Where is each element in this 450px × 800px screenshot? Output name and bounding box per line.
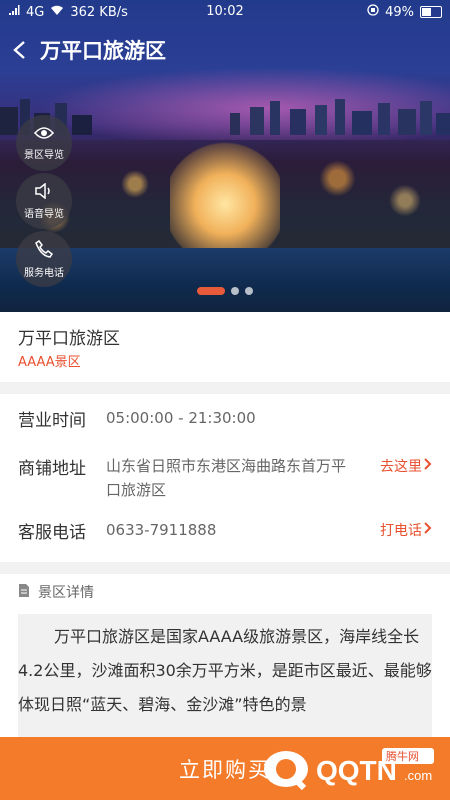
service-phone-label: 服务电话 — [24, 267, 64, 279]
scenic-guide-button[interactable]: 景区导览 — [16, 115, 72, 171]
navigate-label: 去这里 — [380, 459, 422, 475]
attraction-grade: AAAA景区 — [18, 355, 81, 370]
hours-row: 营业时间 05:00:00 - 21:30:00 — [18, 406, 432, 432]
carousel-indicator — [0, 287, 450, 295]
phone-icon — [35, 239, 54, 262]
phone-label: 客服电话 — [18, 523, 86, 543]
details-section: 营业时间 05:00:00 - 21:30:00 商铺地址 山东省日照市东港区海… — [0, 394, 450, 562]
chevron-right-icon — [424, 458, 432, 474]
document-icon — [18, 583, 30, 602]
address-label: 商铺地址 — [18, 459, 86, 479]
audio-guide-button[interactable]: 语音导览 — [16, 173, 72, 229]
svg-text:.com: .com — [404, 768, 432, 783]
hours-value: 05:00:00 - 21:30:00 — [106, 409, 256, 427]
audio-guide-label: 语音导览 — [24, 208, 64, 220]
call-button[interactable]: 打电话 — [380, 520, 432, 540]
alarm-icon — [367, 4, 379, 20]
page-title: 万平口旅游区 — [40, 39, 166, 63]
carousel-dot[interactable] — [245, 287, 253, 295]
attraction-name: 万平口旅游区 — [18, 329, 120, 349]
phone-value: 0633-7911888 — [106, 521, 217, 539]
svg-text:腾牛网: 腾牛网 — [386, 749, 419, 763]
battery-percent: 49% — [385, 4, 414, 20]
scenic-header: 景区详情 — [18, 582, 94, 602]
navigate-button[interactable]: 去这里 — [380, 456, 432, 476]
call-label: 打电话 — [380, 523, 422, 539]
address-row: 商铺地址 山东省日照市东港区海曲路东首万平口旅游区 去这里 — [18, 454, 432, 506]
address-value: 山东省日照市东港区海曲路东首万平口旅游区 — [106, 457, 347, 499]
carousel-dot-active[interactable] — [197, 287, 225, 295]
hours-label: 营业时间 — [18, 411, 86, 431]
phone-row: 客服电话 0633-7911888 打电话 — [18, 518, 432, 544]
title-bar: 万平口旅游区 — [0, 30, 166, 70]
qqtn-watermark-logo: QQTN .com 腾牛网 — [264, 748, 434, 791]
guide-sidebar: 景区导览 语音导览 服务电话 — [16, 115, 72, 289]
status-right: 49% — [367, 4, 442, 20]
back-icon[interactable] — [0, 30, 40, 70]
carousel-dot[interactable] — [231, 287, 239, 295]
status-bar: 4G 362 KB/s 10:02 49% — [0, 0, 450, 24]
speaker-icon — [34, 181, 54, 203]
scenic-description: 万平口旅游区是国家AAAA级旅游景区，海岸线全长4.2公里，沙滩面积30余万平方… — [18, 627, 432, 714]
service-phone-button[interactable]: 服务电话 — [16, 231, 72, 287]
scenic-guide-label: 景区导览 — [24, 150, 64, 161]
battery-icon — [420, 6, 442, 18]
scenic-header-label: 景区详情 — [38, 585, 94, 601]
battery-fill — [422, 8, 431, 16]
attraction-info: 万平口旅游区 AAAA景区 — [0, 312, 450, 382]
eye-icon — [33, 125, 55, 144]
chevron-right-icon — [424, 522, 432, 538]
plaza-lights — [170, 138, 280, 248]
